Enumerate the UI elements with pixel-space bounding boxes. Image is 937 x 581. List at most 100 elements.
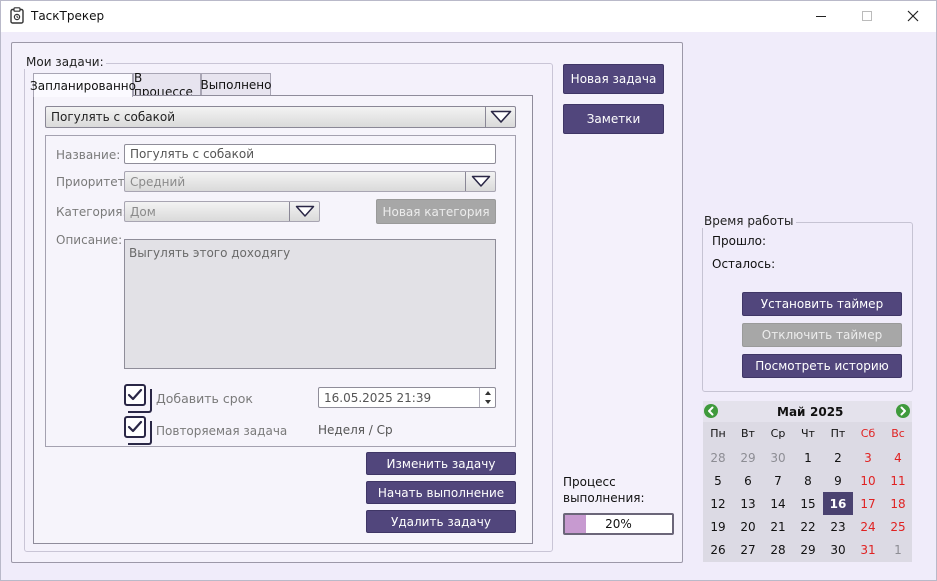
tab-planned[interactable]: Запланированно bbox=[30, 73, 136, 97]
disable-timer-button[interactable]: Отключить таймер bbox=[742, 323, 902, 347]
calendar-day[interactable]: 13 bbox=[733, 492, 763, 515]
priority-select[interactable]: Средний bbox=[124, 171, 496, 192]
calendar-day[interactable]: 24 bbox=[853, 515, 883, 538]
progress-text: 20% bbox=[605, 517, 632, 531]
view-history-button[interactable]: Посмотреть историю bbox=[742, 354, 902, 378]
close-icon bbox=[907, 10, 919, 22]
calendar-day[interactable]: 31 bbox=[853, 538, 883, 561]
clipboard-icon bbox=[10, 7, 24, 24]
calendar-day[interactable]: 8 bbox=[793, 469, 823, 492]
window-title: ТаскТрекер bbox=[31, 9, 105, 23]
tab-in-progress[interactable]: В процессе bbox=[133, 71, 201, 99]
weekday-label: Пн bbox=[710, 427, 726, 440]
progress-bar: 20% bbox=[563, 513, 674, 535]
close-button[interactable] bbox=[890, 0, 936, 32]
calendar-day[interactable]: 2 bbox=[823, 446, 853, 469]
deadline-spinner[interactable] bbox=[479, 388, 495, 407]
calendar-day[interactable]: 22 bbox=[793, 515, 823, 538]
calendar-week-row: 28 29 30 1 2 3 4 bbox=[703, 446, 913, 469]
maximize-button[interactable] bbox=[844, 0, 890, 32]
calendar-week-row: 26 27 28 29 30 31 1 bbox=[703, 538, 913, 561]
remaining-label: Осталось: bbox=[712, 257, 776, 271]
calendar-month[interactable]: Май bbox=[777, 405, 805, 419]
task-select-arrow bbox=[485, 107, 515, 127]
calendar-day[interactable]: 10 bbox=[853, 469, 883, 492]
arrow-right-icon bbox=[900, 406, 906, 416]
title-bar bbox=[0, 0, 937, 32]
calendar-day[interactable]: 1 bbox=[793, 446, 823, 469]
calendar-day[interactable]: 14 bbox=[763, 492, 793, 515]
deadline-datetime[interactable]: 16.05.2025 21:39 bbox=[318, 387, 496, 408]
category-value: Дом bbox=[130, 204, 156, 219]
name-label: Название: bbox=[56, 148, 121, 162]
start-task-button[interactable]: Начать выполнение bbox=[366, 481, 516, 504]
calendar-prev-button[interactable] bbox=[704, 404, 718, 418]
calendar-day[interactable]: 18 bbox=[883, 492, 913, 515]
set-timer-button[interactable]: Установить таймер bbox=[742, 292, 902, 316]
calendar-day[interactable]: 11 bbox=[883, 469, 913, 492]
calendar-day[interactable]: 3 bbox=[853, 446, 883, 469]
repeat-checkbox-shadow bbox=[128, 421, 152, 445]
calendar-day[interactable]: 21 bbox=[763, 515, 793, 538]
calendar-day[interactable]: 4 bbox=[883, 446, 913, 469]
category-label: Категория: bbox=[56, 205, 127, 219]
calendar-day[interactable]: 17 bbox=[853, 492, 883, 515]
deadline-checkbox-shadow bbox=[128, 389, 152, 413]
weekday-label: Вт bbox=[741, 427, 755, 440]
name-input[interactable]: Погулять с собакой bbox=[124, 144, 496, 164]
calendar-week-row: 5 6 7 8 9 10 11 bbox=[703, 469, 913, 492]
calendar-day[interactable]: 7 bbox=[763, 469, 793, 492]
calendar-year[interactable]: 2025 bbox=[810, 405, 843, 419]
calendar-day[interactable]: 26 bbox=[703, 538, 733, 561]
delete-task-button[interactable]: Удалить задачу bbox=[366, 510, 516, 533]
calendar-day[interactable]: 29 bbox=[733, 446, 763, 469]
calendar-day[interactable]: 15 bbox=[793, 492, 823, 515]
description-textarea[interactable]: Выгулять этого доходягу bbox=[124, 239, 496, 369]
calendar-day[interactable]: 9 bbox=[823, 469, 853, 492]
task-select[interactable]: Погулять с собакой bbox=[45, 106, 516, 128]
tab-done[interactable]: Выполнено bbox=[201, 73, 272, 96]
minimize-button[interactable] bbox=[798, 0, 844, 32]
new-task-button[interactable]: Новая задача bbox=[563, 64, 664, 94]
new-category-button[interactable]: Новая категория bbox=[376, 199, 496, 224]
calendar-day[interactable]: 6 bbox=[733, 469, 763, 492]
calendar-day[interactable]: 12 bbox=[703, 492, 733, 515]
category-arrow bbox=[289, 202, 319, 221]
calendar-day[interactable]: 28 bbox=[763, 538, 793, 561]
calendar-next-button[interactable] bbox=[896, 404, 910, 418]
calendar-day[interactable]: 16 bbox=[823, 492, 853, 515]
priority-arrow bbox=[465, 172, 495, 191]
notes-button[interactable]: Заметки bbox=[563, 104, 664, 134]
deadline-value: 16.05.2025 21:39 bbox=[324, 390, 432, 405]
deadline-label: Добавить срок bbox=[156, 391, 253, 406]
calendar-day[interactable]: 29 bbox=[793, 538, 823, 561]
calendar-weekdays: Пн Вт Ср Чт Пт Сб Вс bbox=[703, 427, 913, 440]
calendar-day[interactable]: 25 bbox=[883, 515, 913, 538]
weekday-label: Пт bbox=[830, 427, 846, 440]
weekday-label: Ср bbox=[770, 427, 786, 440]
description-label: Описание: bbox=[56, 233, 123, 247]
calendar-day[interactable]: 30 bbox=[763, 446, 793, 469]
edit-task-button[interactable]: Изменить задачу bbox=[366, 452, 516, 475]
weekday-label: Чт bbox=[801, 427, 815, 440]
tasks-group-title: Мои задачи: bbox=[24, 55, 106, 69]
calendar-day[interactable]: 23 bbox=[823, 515, 853, 538]
category-select[interactable]: Дом bbox=[124, 201, 320, 222]
calendar-day[interactable]: 1 bbox=[883, 538, 913, 561]
calendar-day[interactable]: 28 bbox=[703, 446, 733, 469]
calendar-day[interactable]: 19 bbox=[703, 515, 733, 538]
calendar-day[interactable]: 5 bbox=[703, 469, 733, 492]
chevron-down-icon bbox=[471, 175, 490, 187]
calendar-day[interactable]: 20 bbox=[733, 515, 763, 538]
calendar-day[interactable]: 30 bbox=[823, 538, 853, 561]
task-select-value: Погулять с собакой bbox=[51, 110, 176, 124]
chevron-down-icon bbox=[490, 110, 511, 123]
spin-up-icon bbox=[485, 391, 491, 395]
calendar-week-row: 12 13 14 15 16 17 18 bbox=[703, 492, 913, 515]
priority-value: Средний bbox=[130, 174, 186, 189]
weekday-label: Сб bbox=[860, 427, 876, 440]
chevron-down-icon bbox=[295, 205, 314, 217]
progress-label-line1: Процесс bbox=[563, 475, 616, 489]
calendar-grid: 28 29 30 1 2 3 4 5 6 7 8 9 10 11 12 13 14 15 16 17 18 19 20 21 2… bbox=[703, 446, 913, 561]
calendar-day[interactable]: 27 bbox=[733, 538, 763, 561]
